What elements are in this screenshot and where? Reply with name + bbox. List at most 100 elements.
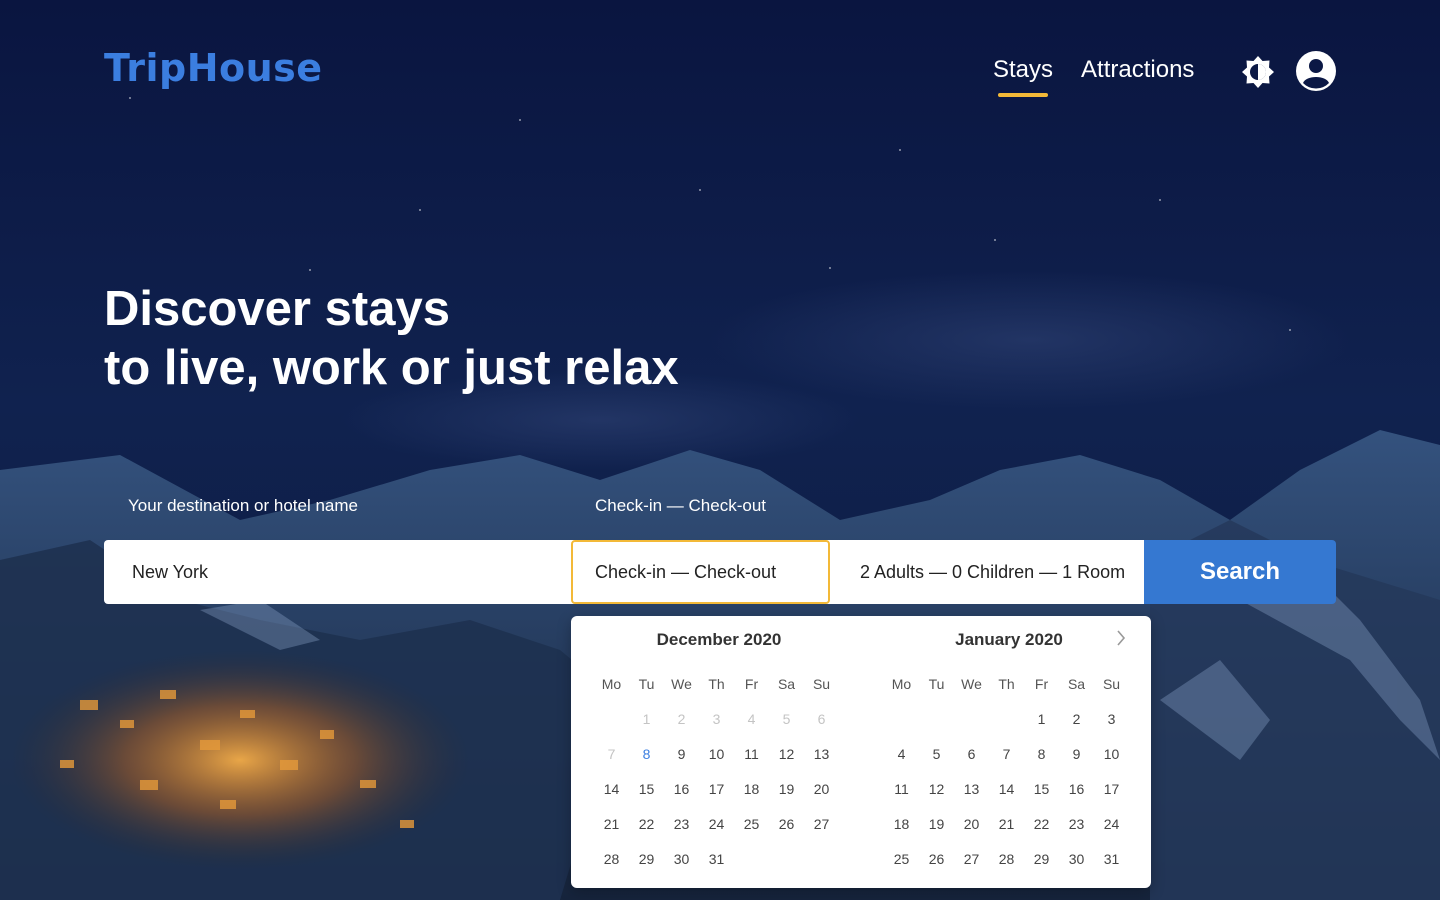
weekday-label: Sa <box>1067 675 1086 692</box>
main-nav: Stays Attractions <box>993 56 1194 97</box>
calendar-day[interactable]: 25 <box>734 816 769 832</box>
hero-line-1: Discover stays <box>104 282 450 336</box>
calendar-day: 1 <box>642 710 651 727</box>
month-title: December 2020 <box>656 630 782 649</box>
calendar-day[interactable]: 21 <box>594 816 629 832</box>
weekday-label: Su <box>812 675 831 692</box>
nav-attractions[interactable]: Attractions <box>1081 56 1194 96</box>
calendar-day[interactable]: 31 <box>699 851 734 867</box>
calendar-day[interactable]: 23 <box>1059 816 1094 832</box>
calendar-day[interactable]: 26 <box>919 851 954 867</box>
destination-input[interactable]: New York <box>104 540 570 604</box>
calendar-day[interactable]: 6 <box>954 746 989 762</box>
weekday-label: Th <box>708 675 725 692</box>
week-row: 1 2 3 4 5 6 <box>594 701 844 736</box>
weekday-label: Mo <box>601 675 622 692</box>
calendar-day[interactable]: 28 <box>594 851 629 867</box>
account-icon[interactable] <box>1295 50 1337 92</box>
search-button[interactable]: Search <box>1144 540 1336 604</box>
calendar-day[interactable]: 30 <box>1059 851 1094 867</box>
calendar-day[interactable]: 16 <box>664 781 699 797</box>
brightness-icon[interactable] <box>1240 54 1276 90</box>
calendar-day[interactable]: 24 <box>1094 816 1129 832</box>
calendar-day[interactable]: 20 <box>954 816 989 832</box>
next-month-icon[interactable] <box>1113 628 1129 648</box>
guests-selector[interactable]: 2 Adults — 0 Children — 1 Room <box>830 540 1145 604</box>
calendar-day[interactable]: 11 <box>884 781 919 797</box>
calendar-day[interactable]: 16 <box>1059 781 1094 797</box>
nav-stays[interactable]: Stays <box>993 56 1053 97</box>
calendar-day[interactable]: 21 <box>989 816 1024 832</box>
calendar-day[interactable]: 28 <box>989 851 1024 867</box>
month-title: January 2020 <box>955 630 1063 649</box>
calendar-day[interactable]: 15 <box>629 781 664 797</box>
week-row: 14 15 16 17 18 19 20 <box>594 771 844 806</box>
calendar-day[interactable]: 29 <box>629 851 664 867</box>
weekday-label: Mo <box>891 675 912 692</box>
dates-label: Check-in — Check-out <box>595 496 767 515</box>
calendar-day[interactable]: 12 <box>919 781 954 797</box>
weekday-label: Fr <box>744 675 759 692</box>
weekday-label: We <box>671 675 692 692</box>
calendar-day[interactable]: 19 <box>769 781 804 797</box>
destination-label: Your destination or hotel name <box>128 496 358 515</box>
calendar-day[interactable]: 31 <box>1094 851 1129 867</box>
calendar-day[interactable]: 19 <box>919 816 954 832</box>
week-row: 18 19 20 21 22 23 24 <box>884 806 1134 841</box>
week-row: 11 12 13 14 15 16 17 <box>884 771 1134 806</box>
weekday-label: Fr <box>1034 675 1049 692</box>
calendar-day: 3 <box>712 710 721 727</box>
weekday-label: Su <box>1102 675 1121 692</box>
calendar-day[interactable]: 13 <box>804 746 839 762</box>
calendar-day: 7 <box>607 745 616 762</box>
calendar-day[interactable]: 11 <box>734 746 769 762</box>
weekday-row: Mo Tu We Th Fr Sa Su <box>594 666 844 701</box>
calendar-day[interactable]: 14 <box>594 781 629 797</box>
week-row: 4 5 6 7 8 9 10 <box>884 736 1134 771</box>
calendar-day[interactable]: 24 <box>699 816 734 832</box>
hero-line-2: to live, work or just relax <box>104 341 679 395</box>
calendar-day[interactable]: 14 <box>989 781 1024 797</box>
calendar-day[interactable]: 22 <box>1024 816 1059 832</box>
weekday-label: Tu <box>928 675 945 692</box>
calendar-day[interactable]: 9 <box>1059 746 1094 762</box>
calendar-day: 4 <box>747 710 756 727</box>
calendar-day[interactable]: 23 <box>664 816 699 832</box>
calendar-day: 6 <box>817 710 826 727</box>
calendar-day[interactable]: 17 <box>699 781 734 797</box>
calendar-day[interactable]: 30 <box>664 851 699 867</box>
calendar-day[interactable]: 8 <box>1024 746 1059 762</box>
calendar-day[interactable]: 4 <box>884 746 919 762</box>
calendar-day[interactable]: 26 <box>769 816 804 832</box>
week-row: 123 <box>884 701 1134 736</box>
calendar-day[interactable]: 5 <box>919 746 954 762</box>
calendar-day[interactable]: 12 <box>769 746 804 762</box>
weekday-row: Mo Tu We Th Fr Sa Su <box>884 666 1134 701</box>
calendar-day[interactable]: 1 <box>1024 711 1059 727</box>
calendar-day[interactable]: 20 <box>804 781 839 797</box>
calendar-day[interactable]: 3 <box>1094 711 1129 727</box>
calendar-day[interactable]: 8 <box>629 746 664 762</box>
calendar-day[interactable]: 29 <box>1024 851 1059 867</box>
calendar-day[interactable]: 27 <box>954 851 989 867</box>
calendar-day[interactable]: 10 <box>699 746 734 762</box>
weekday-label: Tu <box>638 675 655 692</box>
calendar-day[interactable]: 27 <box>804 816 839 832</box>
calendar-day[interactable]: 15 <box>1024 781 1059 797</box>
calendar-day[interactable]: 22 <box>629 816 664 832</box>
calendar-day[interactable]: 7 <box>989 746 1024 762</box>
calendar-day[interactable]: 25 <box>884 851 919 867</box>
weekday-label: Th <box>998 675 1015 692</box>
calendar-day[interactable]: 13 <box>954 781 989 797</box>
app-logo[interactable]: TripHouse <box>104 46 323 90</box>
calendar-day[interactable]: 18 <box>734 781 769 797</box>
calendar-day[interactable]: 10 <box>1094 746 1129 762</box>
dates-input[interactable]: Check-in — Check-out <box>571 540 830 604</box>
calendar-day[interactable]: 9 <box>664 746 699 762</box>
calendar-day: 2 <box>677 710 686 727</box>
calendar-day[interactable]: 17 <box>1094 781 1129 797</box>
calendar-day: 5 <box>782 710 791 727</box>
calendar-day[interactable]: 18 <box>884 816 919 832</box>
month-grid: Mo Tu We Th Fr Sa Su 1 2 3 4 5 6 7 8 9 10 11 12 13 14 15 16 17 1… <box>594 666 844 876</box>
calendar-day[interactable]: 2 <box>1059 711 1094 727</box>
